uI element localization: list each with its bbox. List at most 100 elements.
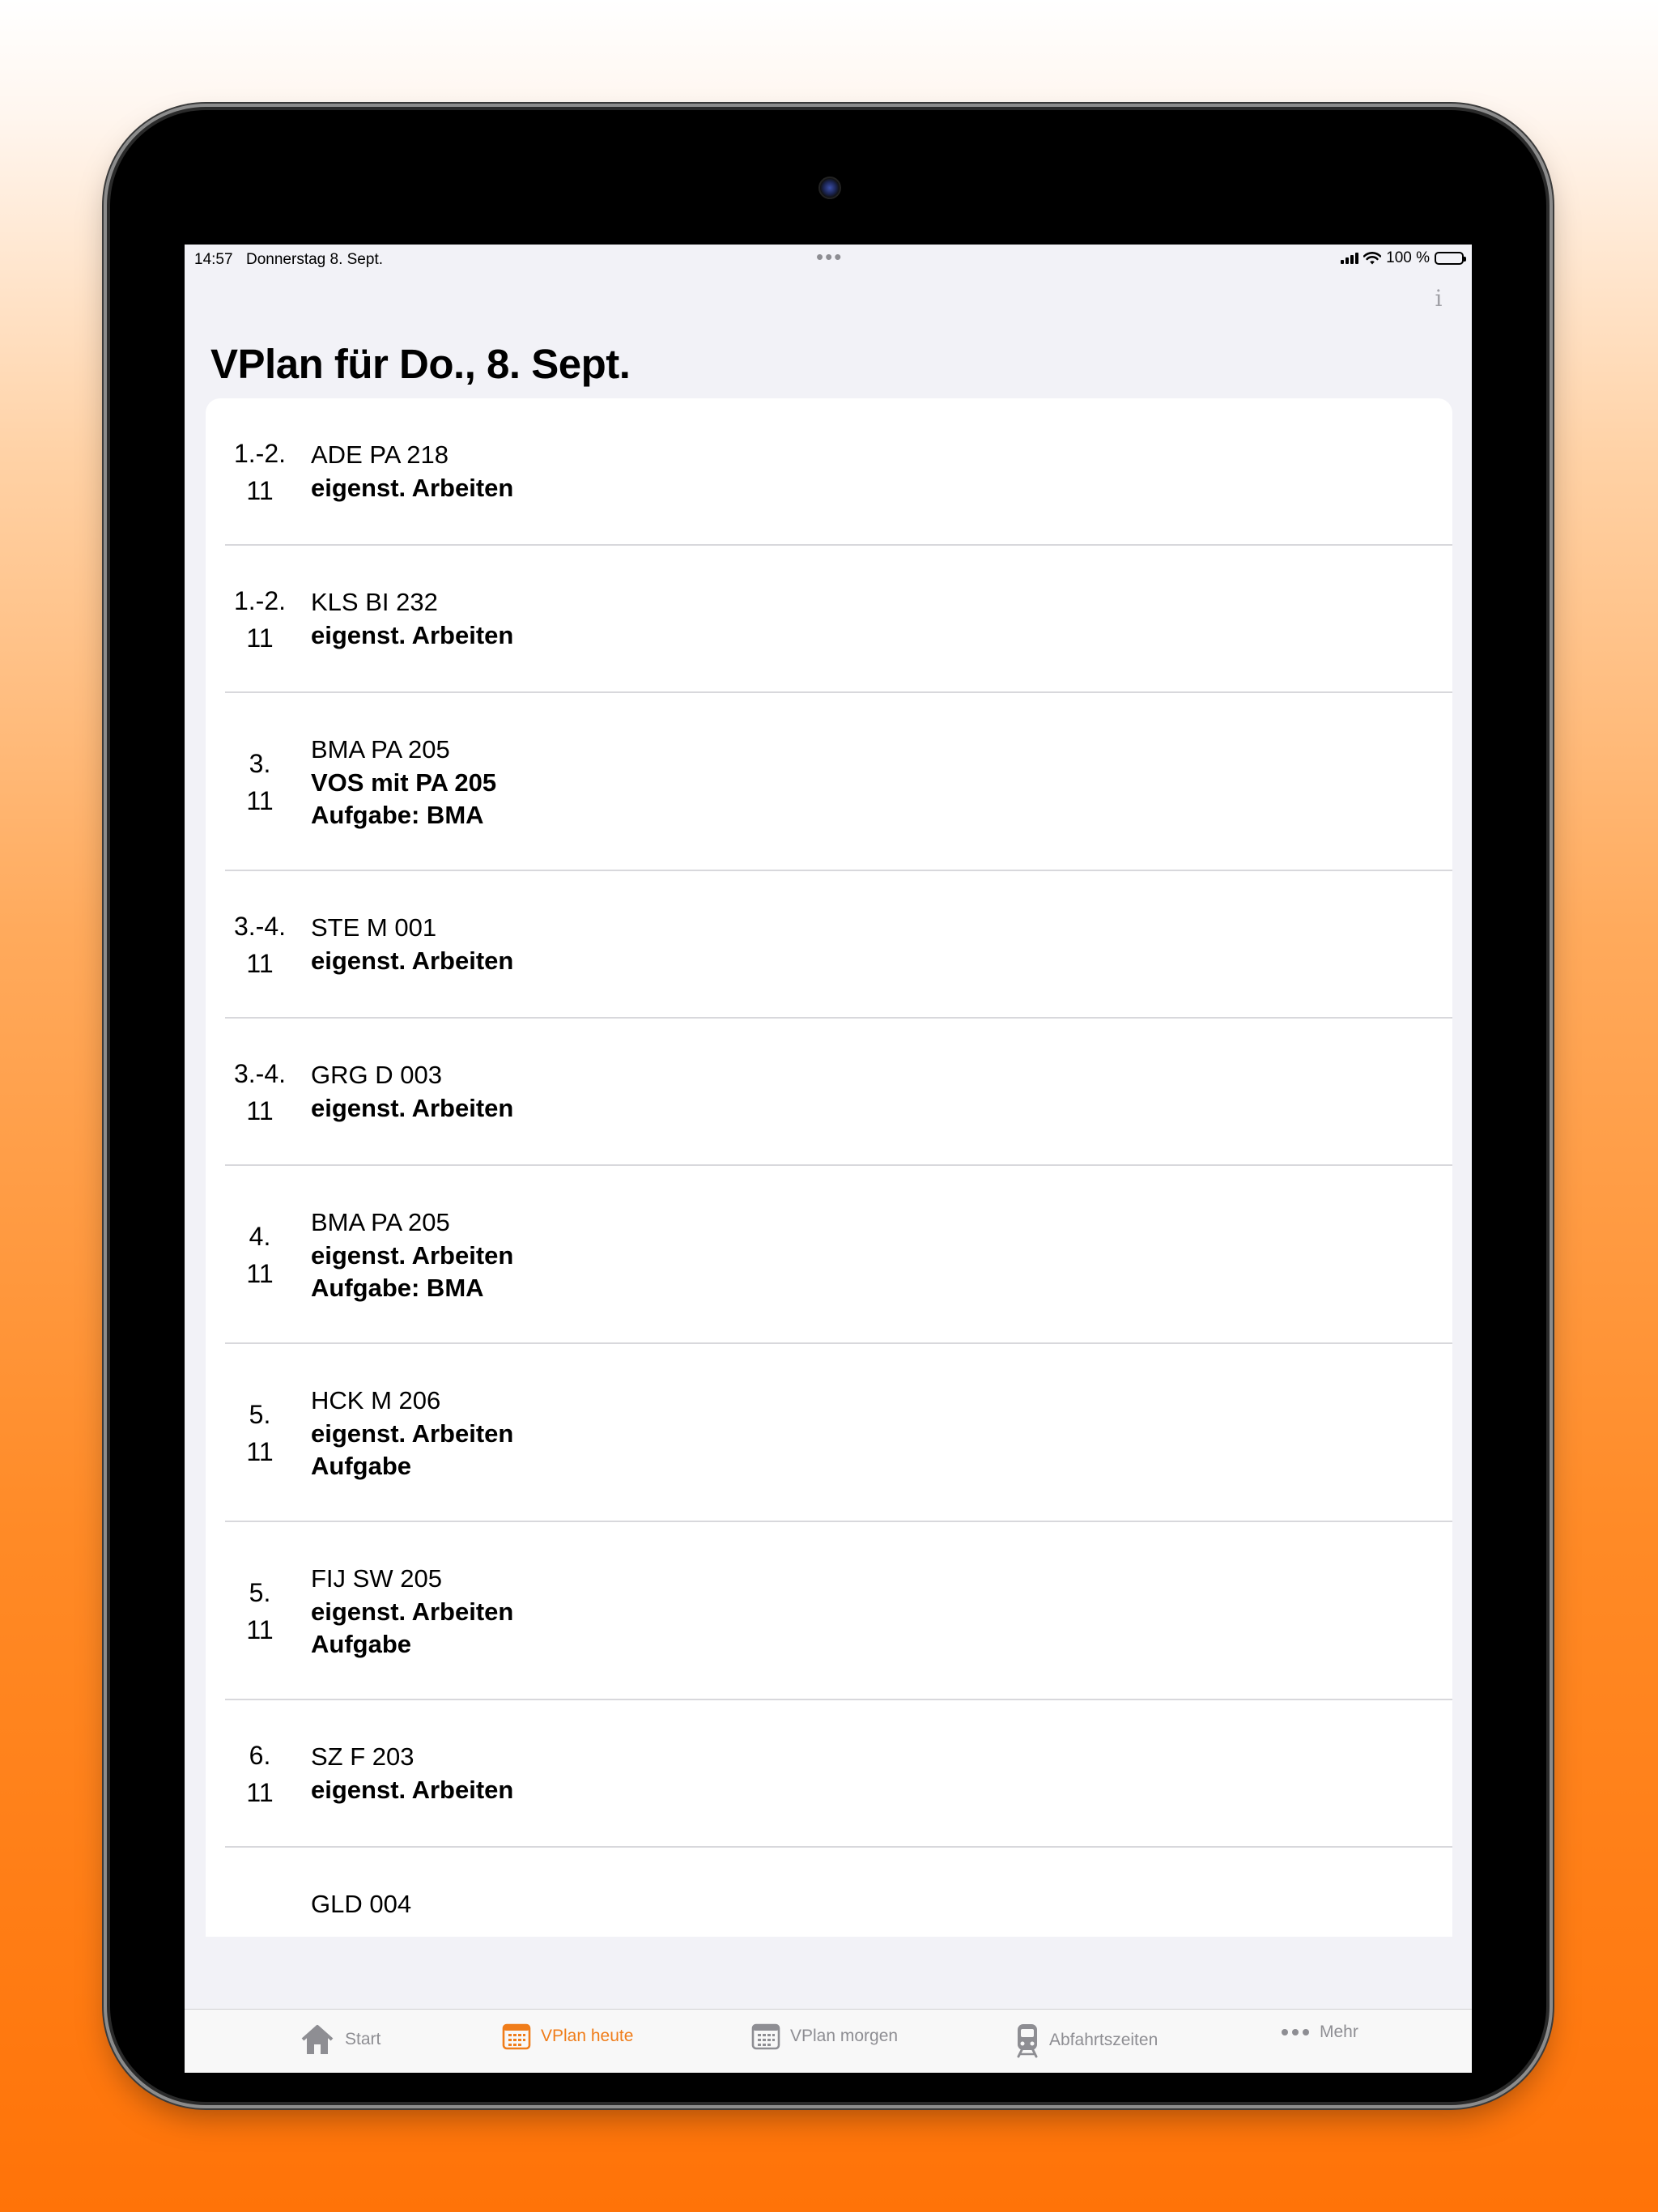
row-class: 11 (246, 1778, 274, 1807)
tab-label: Abfahrtszeiten (1049, 2031, 1158, 2049)
substitution-list: 1.-2. 11 ADE PA 218 eigenst. Arbeiten 1.-2. 1… (206, 398, 1452, 1937)
list-item[interactable]: 3.-4. 11 STE M 001 eigenst. Arbeiten (225, 871, 1452, 1019)
row-class: 11 (246, 1437, 274, 1466)
row-period-class: 3. 11 (230, 745, 290, 819)
list-item[interactable]: 3.-4. 11 GRG D 003 eigenst. Arbeiten (225, 1019, 1452, 1166)
row-period-class: 5. 11 (230, 1574, 290, 1648)
row-teacher-subject-room: GRG D 003 (311, 1061, 442, 1089)
row-period: 1.-2. (233, 586, 287, 615)
row-info: eigenst. Arbeiten (311, 621, 514, 649)
house-icon (301, 2025, 334, 2054)
row-info: eigenst. Arbeiten (311, 474, 514, 502)
row-class: 11 (246, 1259, 274, 1288)
row-info: VOS mit PA 205 (311, 768, 497, 797)
list-item[interactable]: GLD 004 (225, 1848, 1452, 1937)
row-class: 11 (246, 949, 274, 978)
row-teacher-subject-room: SZ F 203 (311, 1742, 414, 1771)
tab-mehr[interactable]: Mehr (1281, 2023, 1358, 2042)
row-task: Aufgabe (311, 1452, 411, 1480)
row-teacher-subject-room: STE M 001 (311, 913, 437, 942)
row-content: ADE PA 218 eigenst. Arbeiten (311, 438, 513, 504)
row-period-class: 1.-2. 11 (230, 435, 290, 509)
tablet-frame: 14:57 Donnerstag 8. Sept. ••• 100 % i VP… (110, 110, 1546, 2102)
row-info: eigenst. Arbeiten (311, 1241, 514, 1270)
list-item[interactable]: 6. 11 SZ F 203 eigenst. Arbeiten (225, 1700, 1452, 1848)
multitasking-dots-icon[interactable]: ••• (816, 246, 843, 267)
calendar-icon (502, 2023, 531, 2050)
row-task: Aufgabe (311, 1630, 411, 1658)
row-info: eigenst. Arbeiten (311, 946, 514, 975)
tab-label: Mehr (1320, 2023, 1358, 2041)
row-period-class: 4. 11 (230, 1218, 290, 1292)
more-icon (1282, 2029, 1309, 2035)
tab-vplan-morgen[interactable]: VPlan morgen (751, 2023, 898, 2050)
row-period: 1.-2. (233, 439, 287, 468)
row-period-class: 1.-2. 11 (230, 582, 290, 657)
tab-label: VPlan morgen (790, 2027, 899, 2045)
row-teacher-subject-room: BMA PA 205 (311, 735, 450, 764)
status-indicators: 100 % (1341, 249, 1466, 267)
row-period: 3. (249, 749, 271, 778)
row-period-class: 3.-4. 11 (230, 1055, 290, 1129)
status-time: 14:57 (194, 251, 233, 268)
list-item[interactable]: 4. 11 BMA PA 205 eigenst. Arbeiten Aufgabe: … (225, 1166, 1452, 1344)
info-button[interactable]: i (1426, 287, 1451, 311)
row-period-class: 6. 11 (230, 1737, 290, 1811)
row-task: Aufgabe: BMA (311, 1274, 484, 1302)
tab-label: VPlan heute (541, 2027, 634, 2045)
row-task: Aufgabe: BMA (311, 801, 484, 829)
list-item[interactable]: 5. 11 FIJ SW 205 eigenst. Arbeiten Aufgabe (225, 1522, 1452, 1700)
row-content: STE M 001 eigenst. Arbeiten (311, 911, 513, 977)
row-teacher-subject-room: ADE PA 218 (311, 440, 449, 469)
list-item[interactable]: 1.-2. 11 KLS BI 232 eigenst. Arbeiten (225, 546, 1452, 693)
row-period-class: 3.-4. 11 (230, 908, 290, 982)
row-class: 11 (246, 1096, 274, 1125)
row-class: 11 (246, 786, 274, 815)
page-title: VPlan für Do., 8. Sept. (210, 341, 631, 387)
tab-abfahrtszeiten[interactable]: Abfahrtszeiten (1015, 2023, 1158, 2058)
row-class: 11 (246, 1615, 274, 1644)
row-period: 5. (249, 1400, 271, 1429)
app-screen: 14:57 Donnerstag 8. Sept. ••• 100 % i VP… (185, 245, 1472, 2073)
tab-vplan-heute[interactable]: VPlan heute (502, 2023, 633, 2050)
row-period: 6. (249, 1741, 271, 1770)
status-date: Donnerstag 8. Sept. (246, 251, 383, 268)
row-info: eigenst. Arbeiten (311, 1419, 514, 1448)
tram-icon (1017, 2024, 1038, 2058)
row-period: 4. (249, 1222, 271, 1251)
tab-start[interactable]: Start (300, 2023, 380, 2057)
row-info: eigenst. Arbeiten (311, 1094, 514, 1122)
row-teacher-subject-room: FIJ SW 205 (311, 1564, 442, 1593)
row-period: 3.-4. (233, 1059, 287, 1088)
row-content: KLS BI 232 eigenst. Arbeiten (311, 585, 513, 652)
row-teacher-subject-room: KLS BI 232 (311, 588, 438, 616)
tab-bar: Start VPlan heute VPlan morgen Abfahrtsz… (185, 2009, 1472, 2073)
row-content: SZ F 203 eigenst. Arbeiten (311, 1740, 513, 1806)
row-period: 5. (249, 1578, 271, 1607)
row-period-class: 5. 11 (230, 1396, 290, 1470)
row-content: BMA PA 205 VOS mit PA 205 Aufgabe: BMA (311, 733, 496, 832)
row-content: FIJ SW 205 eigenst. Arbeiten Aufgabe (311, 1562, 513, 1661)
row-period: 3.-4. (233, 912, 287, 941)
row-teacher-subject-room: GLD 004 (311, 1890, 412, 1918)
front-camera (818, 177, 841, 199)
status-bar: 14:57 Donnerstag 8. Sept. ••• 100 % (185, 245, 1472, 274)
row-content: GLD 004 (311, 1887, 411, 1921)
battery-icon (1435, 252, 1466, 265)
list-item[interactable]: 1.-2. 11 ADE PA 218 eigenst. Arbeiten (225, 398, 1452, 546)
wifi-icon (1363, 252, 1382, 265)
row-class: 11 (246, 476, 274, 505)
row-content: BMA PA 205 eigenst. Arbeiten Aufgabe: BMA (311, 1206, 513, 1304)
row-class: 11 (246, 623, 274, 653)
battery-percentage: 100 % (1386, 249, 1430, 266)
row-content: HCK M 206 eigenst. Arbeiten Aufgabe (311, 1384, 513, 1482)
row-info: eigenst. Arbeiten (311, 1776, 514, 1804)
list-item[interactable]: 3. 11 BMA PA 205 VOS mit PA 205 Aufgabe: BMA (225, 693, 1452, 871)
calendar-icon (751, 2023, 780, 2050)
cellular-signal-icon (1341, 253, 1359, 264)
row-info: eigenst. Arbeiten (311, 1597, 514, 1626)
list-item[interactable]: 5. 11 HCK M 206 eigenst. Arbeiten Aufgabe (225, 1344, 1452, 1522)
row-teacher-subject-room: BMA PA 205 (311, 1208, 450, 1236)
tab-label: Start (345, 2030, 381, 2048)
row-content: GRG D 003 eigenst. Arbeiten (311, 1058, 513, 1125)
